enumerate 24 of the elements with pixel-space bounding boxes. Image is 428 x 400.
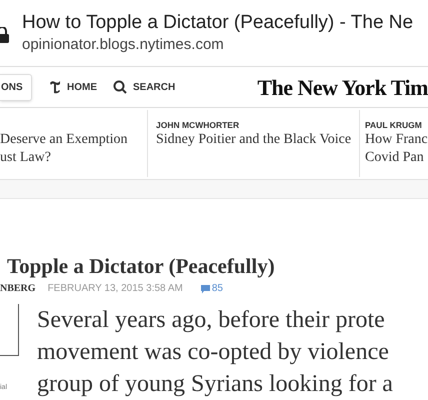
search-button[interactable]: SEARCH [113, 80, 176, 94]
article-body-line: Several years ago, before their prote [37, 306, 386, 335]
comment-icon[interactable] [200, 284, 210, 294]
article-title: Topple a Dictator (Peacefully) [6, 254, 276, 278]
thumbnail-frame [0, 304, 19, 356]
article-date: FEBRUARY 13, 2015 3:58 AM [48, 282, 183, 296]
author-name: NBERG [0, 282, 36, 296]
page-title: How to Topple a Dictator (Peacefully) - The Ne [22, 11, 414, 35]
newspaper-logo[interactable]: The New York Tim [257, 70, 428, 104]
headline-link[interactable]: ust Law? [0, 149, 147, 167]
home-button[interactable]: HOME [49, 80, 97, 94]
headline-link[interactable]: Deserve an Exemption [0, 131, 147, 149]
article-body-line: movement was co-opted by violence [37, 338, 390, 367]
page-url: opinionator.blogs.nytimes.com [22, 35, 225, 55]
columnist-name: JOHN MCWHORTER [156, 119, 240, 131]
headline-link[interactable]: Sidney Poitier and the Black Voice [156, 131, 359, 149]
article-body-line: group of young Syrians looking for a [37, 370, 393, 399]
headline-link[interactable]: Covid Pan [365, 149, 428, 167]
blackletter-t-icon [49, 80, 61, 94]
lock-icon [0, 27, 10, 43]
sections-button[interactable]: ONS [0, 74, 32, 100]
search-icon [113, 80, 127, 94]
headline-link[interactable]: How Franc [365, 131, 428, 149]
columnist-name: PAUL KRUGM [365, 119, 423, 131]
